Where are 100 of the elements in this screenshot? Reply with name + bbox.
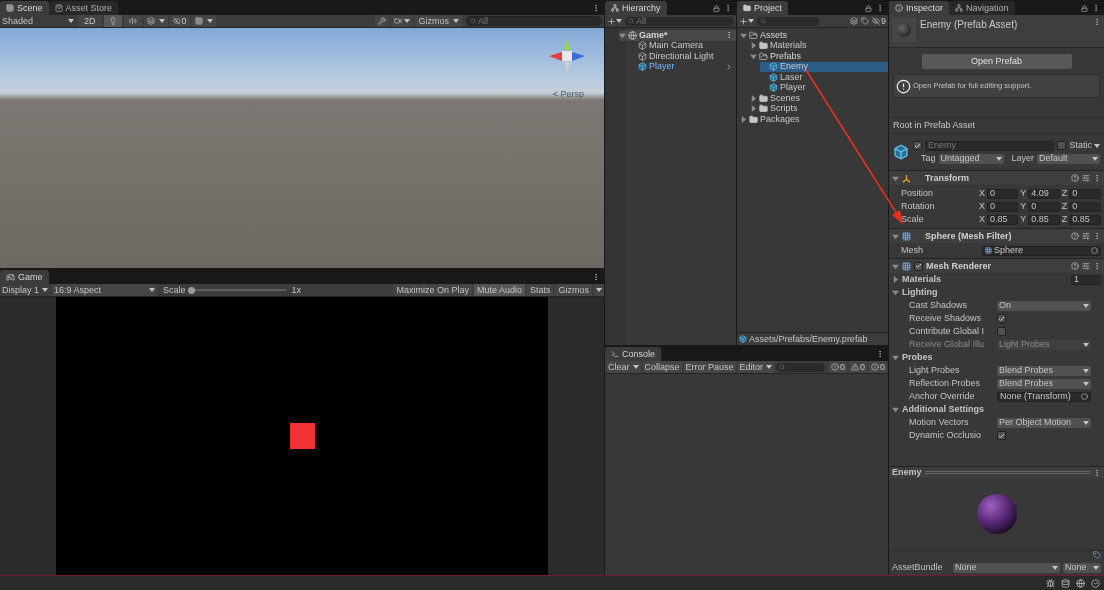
tree-item[interactable]: Packages bbox=[740, 114, 888, 125]
scale-slider[interactable] bbox=[187, 286, 286, 294]
add-button[interactable] bbox=[739, 16, 754, 26]
assetbundle-dropdown[interactable]: None bbox=[953, 562, 1060, 573]
panel-tab[interactable]: Project bbox=[737, 1, 788, 15]
shading-dropdown[interactable]: Shaded bbox=[0, 15, 76, 27]
object-field[interactable]: None (Transform) bbox=[997, 391, 1091, 402]
panel-tab[interactable]: Navigation bbox=[949, 1, 1015, 15]
object-field[interactable]: Sphere bbox=[982, 245, 1101, 256]
menu-icon[interactable] bbox=[1093, 232, 1101, 240]
collapse-arrow-icon[interactable] bbox=[619, 31, 626, 39]
lock-icon[interactable] bbox=[713, 4, 720, 12]
panel-tab[interactable]: Scene bbox=[0, 1, 49, 15]
hidden-packages-toggle[interactable]: 9 bbox=[872, 16, 886, 26]
help-icon[interactable] bbox=[1071, 174, 1079, 182]
panel-tab[interactable]: Game bbox=[0, 270, 49, 284]
tree-item[interactable]: Directional Light bbox=[629, 51, 736, 62]
panel-tab[interactable]: Asset Store bbox=[48, 1, 119, 15]
collapse-arrow-icon[interactable] bbox=[892, 289, 899, 296]
filter-type-icon[interactable] bbox=[850, 17, 858, 25]
database-icon[interactable] bbox=[1061, 578, 1070, 588]
presets-icon[interactable] bbox=[1082, 262, 1090, 270]
slider-thumb[interactable] bbox=[187, 286, 195, 294]
dropdown[interactable]: Per Object Motion bbox=[997, 417, 1091, 428]
panel-tab[interactable]: Console bbox=[605, 347, 662, 361]
toolbar-toggle[interactable]: Mute Audio bbox=[473, 284, 525, 296]
toolbar-toggle[interactable]: Maximize On Play bbox=[393, 284, 472, 296]
tree-item[interactable]: Player bbox=[760, 82, 888, 93]
expand-arrow-icon[interactable] bbox=[892, 276, 899, 283]
collapse-arrow-icon[interactable] bbox=[750, 52, 757, 60]
dropdown[interactable]: On bbox=[997, 300, 1091, 311]
toolbar-toggle[interactable]: Gizmos bbox=[555, 284, 592, 296]
tree-item[interactable]: Enemy bbox=[760, 61, 888, 72]
checkbox[interactable] bbox=[997, 314, 1006, 323]
message-count-toggle[interactable]: 0 bbox=[828, 361, 847, 373]
number-field[interactable]: 4.09 bbox=[1028, 188, 1060, 199]
presets-icon[interactable] bbox=[1082, 232, 1090, 240]
menu-icon[interactable] bbox=[592, 273, 600, 281]
tree-item[interactable]: Scripts bbox=[750, 103, 888, 114]
audio-toggle[interactable] bbox=[123, 15, 142, 27]
number-field[interactable]: 0 bbox=[1069, 188, 1101, 199]
menu-icon[interactable] bbox=[1092, 4, 1100, 12]
number-field[interactable]: 0.85 bbox=[1028, 214, 1060, 225]
collapse-arrow-icon[interactable] bbox=[892, 406, 899, 413]
gizmos-caret-button[interactable] bbox=[594, 284, 604, 296]
display-dropdown[interactable]: Display 1 bbox=[0, 284, 50, 296]
menu-icon[interactable] bbox=[876, 350, 884, 358]
menu-icon[interactable] bbox=[876, 4, 884, 12]
number-field[interactable]: 0.85 bbox=[987, 214, 1019, 225]
static-dropdown[interactable]: Static bbox=[1069, 141, 1100, 150]
grid-dropdown[interactable] bbox=[191, 15, 216, 27]
tag-dropdown[interactable]: Untagged bbox=[938, 153, 1004, 164]
number-field[interactable]: 0.85 bbox=[1069, 214, 1101, 225]
menu-icon[interactable] bbox=[724, 4, 732, 12]
search-field[interactable] bbox=[757, 16, 819, 26]
console-toolbar-button[interactable]: Error Pause bbox=[683, 361, 736, 373]
open-prefab-button[interactable]: Open Prefab bbox=[921, 54, 1072, 69]
check-circle-icon[interactable] bbox=[1091, 578, 1100, 588]
number-field[interactable]: 0 bbox=[987, 188, 1019, 199]
expand-arrow-icon[interactable] bbox=[750, 94, 757, 102]
checkbox[interactable] bbox=[997, 327, 1006, 336]
checkbox[interactable] bbox=[1057, 141, 1067, 150]
expand-arrow-icon[interactable] bbox=[750, 42, 757, 50]
target-icon[interactable] bbox=[1091, 247, 1098, 254]
collapse-arrow-icon[interactable] bbox=[740, 31, 747, 39]
dropdown[interactable]: Blend Probes bbox=[997, 378, 1091, 389]
number-field[interactable]: 0 bbox=[1069, 201, 1101, 212]
help-icon[interactable] bbox=[1071, 232, 1079, 240]
console-toolbar-button[interactable]: Editor bbox=[737, 361, 775, 373]
tree-item[interactable]: Materials bbox=[750, 40, 888, 51]
layer-dropdown[interactable]: Default bbox=[1037, 153, 1100, 164]
tree-item[interactable]: Player bbox=[629, 61, 736, 72]
camera-dropdown[interactable] bbox=[391, 15, 414, 27]
expand-arrow-icon[interactable] bbox=[750, 105, 757, 113]
bug-icon[interactable] bbox=[1046, 578, 1055, 588]
tree-item[interactable]: Assets bbox=[740, 30, 888, 41]
effects-dropdown[interactable] bbox=[143, 15, 168, 27]
checkbox[interactable] bbox=[914, 261, 923, 271]
menu-icon[interactable] bbox=[725, 31, 733, 40]
tree-item[interactable]: Laser bbox=[760, 72, 888, 83]
collapse-arrow-icon[interactable] bbox=[892, 262, 899, 270]
dropdown[interactable]: Blend Probes bbox=[997, 365, 1091, 376]
collapse-arrow-icon[interactable] bbox=[892, 354, 899, 361]
menu-icon[interactable] bbox=[1093, 262, 1101, 270]
menu-icon[interactable] bbox=[1093, 174, 1101, 182]
lock-icon[interactable] bbox=[1081, 4, 1088, 12]
menu-icon[interactable] bbox=[1093, 18, 1101, 26]
message-count-toggle[interactable]: 0 bbox=[848, 361, 867, 373]
expand-arrow-icon[interactable] bbox=[740, 115, 747, 123]
tools-button[interactable] bbox=[375, 15, 390, 27]
presets-icon[interactable] bbox=[1082, 174, 1090, 182]
collapse-arrow-icon[interactable] bbox=[892, 232, 899, 240]
checkbox[interactable] bbox=[913, 141, 922, 150]
lock-icon[interactable] bbox=[865, 4, 872, 12]
help-icon[interactable] bbox=[1071, 262, 1079, 270]
console-toolbar-button[interactable]: Collapse bbox=[642, 361, 682, 373]
console-toolbar-button[interactable]: Clear bbox=[606, 361, 641, 373]
tree-item[interactable]: Game* bbox=[619, 30, 736, 41]
number-field[interactable]: 0 bbox=[1028, 201, 1060, 212]
2d-toggle[interactable]: 2D bbox=[78, 15, 102, 27]
